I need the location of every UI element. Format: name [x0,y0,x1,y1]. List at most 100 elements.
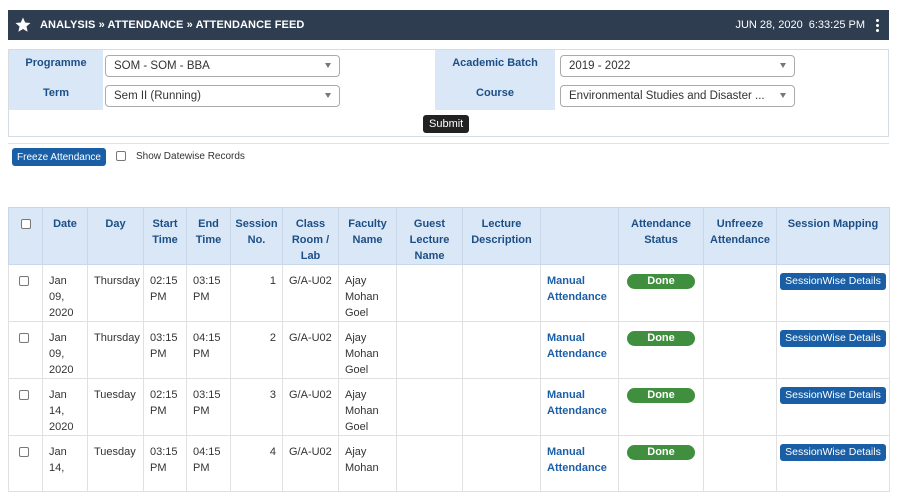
table-row: Jan 09, 2020 Thursday 03:15 PM 04:15 PM … [8,321,890,379]
sessionwise-details-button[interactable]: SessionWise Details [780,444,886,461]
col-attendance-status: Attendance Status [618,207,704,265]
table-row: Jan 14, 2020 Tuesday 02:15 PM 03:15 PM 3… [8,378,890,436]
cell-action: Manual Attendance [540,264,619,322]
star-icon[interactable] [14,16,32,34]
cell-end-time: 04:15 PM [186,435,231,492]
cell-unfreeze [703,264,777,322]
kebab-menu-icon[interactable] [871,17,885,33]
cell-action: Manual Attendance [540,321,619,379]
cell-action: Manual Attendance [540,435,619,492]
cell-lecture-description [462,321,541,379]
row-checkbox[interactable] [19,447,29,457]
sessionwise-details-button[interactable]: SessionWise Details [780,330,886,347]
col-session-mapping: Session Mapping [776,207,890,265]
programme-select[interactable]: SOM - SOM - BBA [105,55,340,77]
row-select-cell [8,378,43,436]
cell-class-room: G/A-U02 [282,264,339,322]
breadcrumb: ANALYSIS » ATTENDANCE » ATTENDANCE FEED [40,19,305,31]
cell-session-no: 2 [230,321,283,379]
header-date: JUN 28, 2020 [735,19,803,31]
select-all-cell [8,207,43,265]
row-select-cell [8,264,43,322]
course-select[interactable]: Environmental Studies and Disaster ... [560,85,795,107]
manual-attendance-link[interactable]: Manual Attendance [547,332,607,360]
row-checkbox[interactable] [19,390,29,400]
term-select[interactable]: Sem II (Running) [105,85,340,107]
cell-session-no: 4 [230,435,283,492]
cell-lecture-description [462,435,541,492]
cell-start-time: 03:15 PM [143,321,187,379]
status-badge: Done [627,388,695,403]
academic-batch-select[interactable]: 2019 - 2022 [560,55,795,77]
dropdown-caret-icon [780,63,786,68]
cell-start-time: 02:15 PM [143,378,187,436]
cell-date: Jan 14, 2020 [42,378,88,436]
cell-day: Thursday [87,321,144,379]
table-row: Jan 14, Tuesday 03:15 PM 04:15 PM 4 G/A-… [8,435,890,492]
col-session-no: Session No. [230,207,283,265]
cell-start-time: 02:15 PM [143,264,187,322]
cell-end-time: 04:15 PM [186,321,231,379]
show-datewise-checkbox[interactable] [116,151,126,161]
page-header: ANALYSIS » ATTENDANCE » ATTENDANCE FEED … [8,10,889,40]
cell-start-time: 03:15 PM [143,435,187,492]
divider [8,143,889,144]
row-checkbox[interactable] [19,276,29,286]
course-label: Course [435,80,555,110]
cell-faculty: Ajay Mohan Goel [338,264,397,322]
row-checkbox[interactable] [19,333,29,343]
cell-date: Jan 09, 2020 [42,264,88,322]
col-action [540,207,619,265]
row-select-cell [8,321,43,379]
cell-date: Jan 09, 2020 [42,321,88,379]
cell-lecture-description [462,378,541,436]
sessionwise-details-button[interactable]: SessionWise Details [780,273,886,290]
cell-mapping: SessionWise Details [776,378,890,436]
status-badge: Done [627,445,695,460]
top-strip [0,0,900,10]
cell-unfreeze [703,321,777,379]
cell-class-room: G/A-U02 [282,435,339,492]
col-day: Day [87,207,144,265]
row-select-cell [8,435,43,492]
cell-mapping: SessionWise Details [776,321,890,379]
cell-class-room: G/A-U02 [282,378,339,436]
programme-label: Programme [9,50,103,80]
cell-faculty: Ajay Mohan Goel [338,378,397,436]
cell-session-no: 1 [230,264,283,322]
cell-guest-lecture [396,378,463,436]
show-datewise-label: Show Datewise Records [136,151,245,162]
cell-faculty: Ajay Mohan [338,435,397,492]
status-badge: Done [627,274,695,289]
freeze-attendance-button[interactable]: Freeze Attendance [12,148,106,166]
sessionwise-details-button[interactable]: SessionWise Details [780,387,886,404]
term-label: Term [9,80,103,110]
table-row: Jan 09, 2020 Thursday 02:15 PM 03:15 PM … [8,264,890,322]
col-lecture-description: Lecture Description [462,207,541,265]
submit-button[interactable]: Submit [423,115,470,133]
cell-date: Jan 14, [42,435,88,492]
col-end-time: End Time [186,207,231,265]
manual-attendance-link[interactable]: Manual Attendance [547,275,607,303]
col-guest-lecture: Guest Lecture Name [396,207,463,265]
dropdown-caret-icon [325,93,331,98]
cell-mapping: SessionWise Details [776,264,890,322]
cell-faculty: Ajay Mohan Goel [338,321,397,379]
cell-status: Done [618,264,704,322]
cell-end-time: 03:15 PM [186,378,231,436]
cell-guest-lecture [396,435,463,492]
manual-attendance-link[interactable]: Manual Attendance [547,446,607,474]
header-time: 6:33:25 PM [808,19,865,31]
cell-status: Done [618,378,704,436]
cell-mapping: SessionWise Details [776,435,890,492]
select-all-checkbox[interactable] [20,219,31,229]
cell-action: Manual Attendance [540,378,619,436]
status-badge: Done [627,331,695,346]
dropdown-caret-icon [325,63,331,68]
cell-class-room: G/A-U02 [282,321,339,379]
programme-value: SOM - SOM - BBA [114,60,210,72]
cell-guest-lecture [396,321,463,379]
dropdown-caret-icon [780,93,786,98]
col-unfreeze-attendance: Unfreeze Attendance [703,207,777,265]
manual-attendance-link[interactable]: Manual Attendance [547,389,607,417]
